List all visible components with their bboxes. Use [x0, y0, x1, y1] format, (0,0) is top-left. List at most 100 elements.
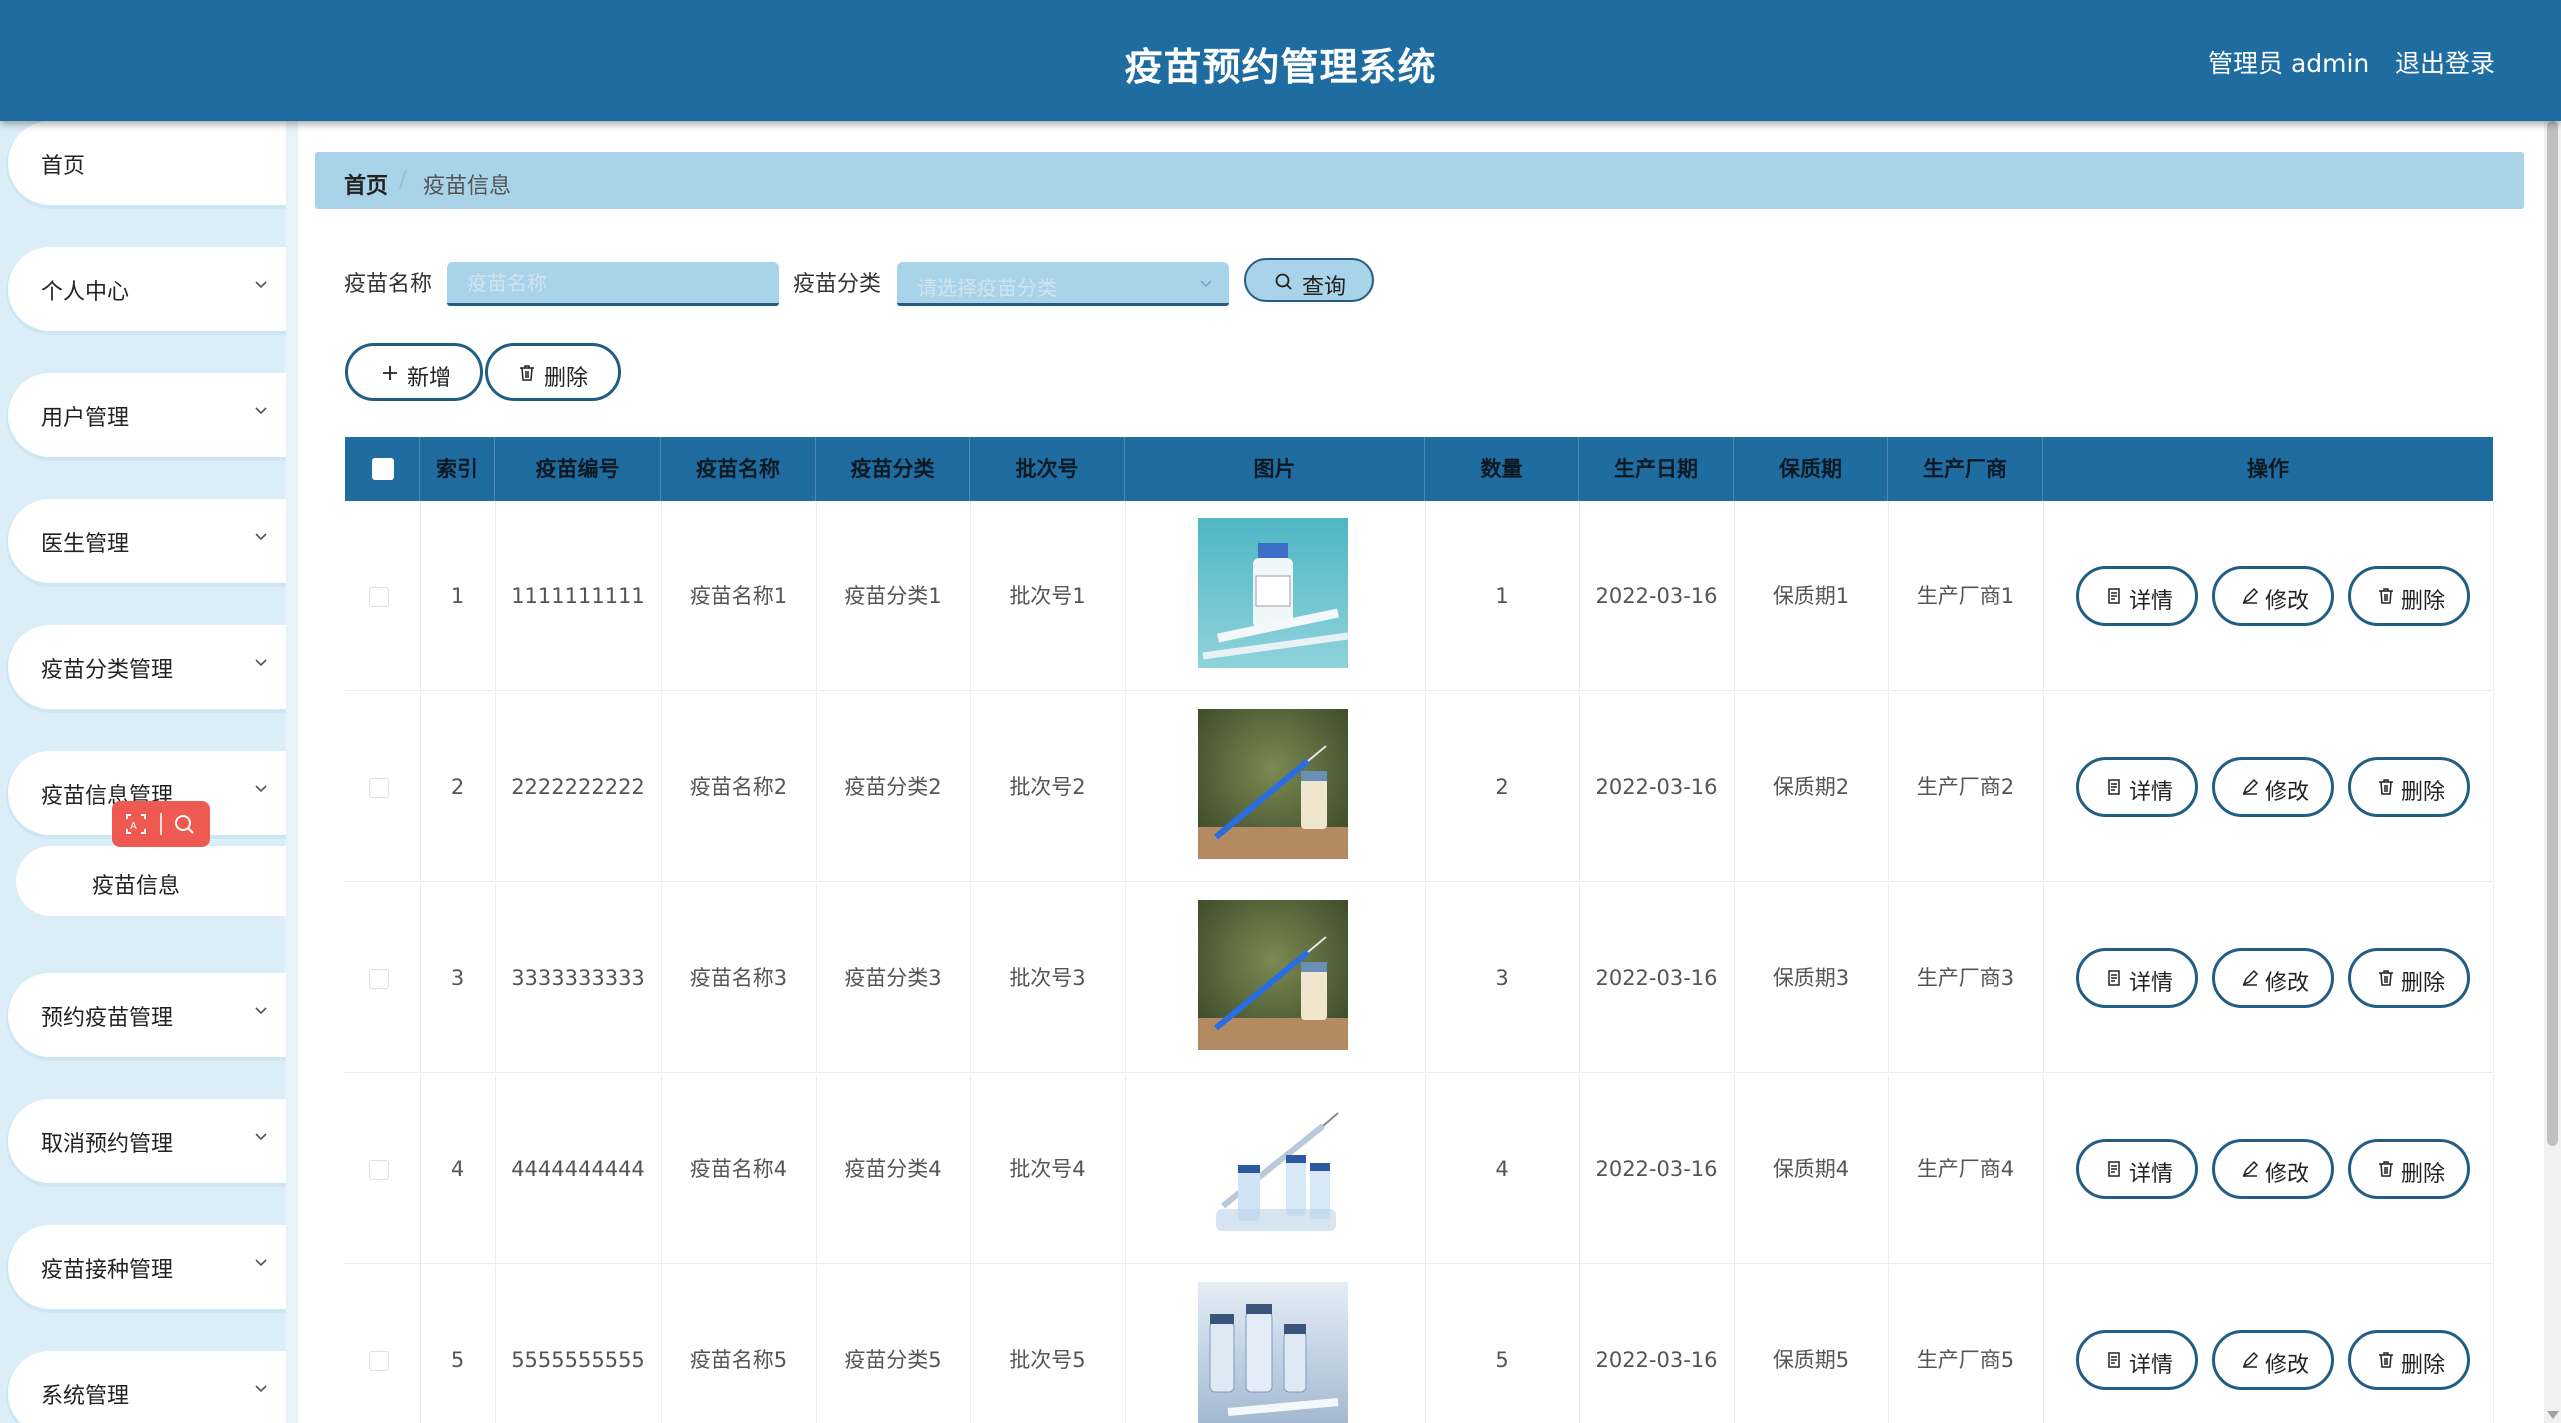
delete-button-label: 删除: [2401, 780, 2446, 805]
delete-button[interactable]: 删除: [2348, 1139, 2470, 1199]
sidebar-item-vaccination-management[interactable]: 疫苗接种管理: [8, 1225, 286, 1309]
sidebar: 首页 个人中心 用户管理 医生管理 疫苗分类管理 疫苗信息管理 预约疫苗管理 取消预约管理 疫苗…: [0, 121, 298, 1423]
cell-batch: 批次号5: [1009, 1348, 1086, 1372]
query-button[interactable]: 查询: [1244, 258, 1374, 302]
floating-tools[interactable]: A: [112, 801, 210, 847]
edit-button-label: 修改: [2265, 1162, 2310, 1187]
cell-name: 疫苗名称2: [689, 775, 788, 799]
edit-button[interactable]: 修改: [2212, 948, 2334, 1008]
vaccine-image: [1198, 709, 1348, 859]
document-icon: [2108, 588, 2120, 604]
svg-text:A: A: [130, 821, 137, 832]
detail-button[interactable]: 详情: [2076, 1139, 2198, 1199]
column-divider: [1125, 692, 1126, 881]
page-scrollbar[interactable]: [2544, 121, 2561, 1423]
chevron-down-icon: [255, 281, 267, 289]
detail-button[interactable]: 详情: [2076, 757, 2198, 817]
chevron-down-icon: [255, 785, 267, 793]
cell-manufacturer: 生产厂商4: [1916, 1157, 2015, 1181]
edit-button[interactable]: 修改: [2212, 566, 2334, 626]
sidebar-item-appointment-management[interactable]: 预约疫苗管理: [8, 973, 286, 1057]
vaccine-name-input[interactable]: [447, 262, 779, 306]
edit-button[interactable]: 修改: [2212, 757, 2334, 817]
cell-category: 疫苗分类4: [844, 1157, 942, 1181]
scroll-down-arrow-icon[interactable]: [2547, 1411, 2559, 1419]
trash-icon: [2379, 970, 2393, 986]
sidebar-subitem-vaccine-info[interactable]: 疫苗信息: [16, 846, 286, 916]
breadcrumb-current: 疫苗信息: [423, 174, 512, 199]
sidebar-item-label: 用户管理: [41, 406, 130, 431]
sidebar-item-system-management[interactable]: 系统管理: [8, 1351, 286, 1423]
cell-code: 3333333333: [511, 966, 645, 990]
chevron-down-icon: [255, 1259, 267, 1267]
cell-index: 3: [450, 966, 465, 990]
header-quantity: 数量: [1425, 437, 1579, 501]
delete-button[interactable]: 删除: [2348, 566, 2470, 626]
sidebar-item-home[interactable]: 首页: [8, 121, 286, 205]
breadcrumb-home[interactable]: 首页: [344, 168, 388, 200]
sidebar-subitem-label: 疫苗信息: [92, 874, 181, 899]
batch-delete-button[interactable]: 删除: [485, 343, 621, 401]
cell-production-date: 2022-03-16: [1595, 775, 1718, 799]
trash-icon: [2379, 1352, 2393, 1368]
column-divider: [2043, 692, 2044, 881]
column-divider: [2493, 1265, 2494, 1423]
search-icon[interactable]: [172, 812, 196, 836]
scrollbar-thumb[interactable]: [2547, 121, 2558, 1146]
table-row: 5 5555555555 疫苗名称5 疫苗分类5 批次号5 5 2022-03-16 保质期5…: [345, 1265, 2494, 1423]
row-checkbox[interactable]: [369, 1351, 389, 1371]
header-image: 图片: [1125, 437, 1425, 501]
search-icon: [1275, 273, 1292, 290]
admin-user-label: 管理员 admin: [2208, 49, 2370, 78]
pencil-icon: [2242, 1160, 2259, 1177]
column-divider: [2043, 1265, 2044, 1423]
sidebar-scrollbar[interactable]: [285, 121, 298, 1423]
sidebar-item-doctor-management[interactable]: 医生管理: [8, 499, 286, 583]
delete-button[interactable]: 删除: [2348, 757, 2470, 817]
delete-button[interactable]: 删除: [2348, 1330, 2470, 1390]
sidebar-item-user-management[interactable]: 用户管理: [8, 373, 286, 457]
edit-button[interactable]: 修改: [2212, 1139, 2334, 1199]
pencil-icon: [2242, 587, 2259, 604]
vaccine-category-select[interactable]: 请选择疫苗分类: [897, 262, 1229, 306]
column-divider: [1125, 883, 1126, 1072]
sidebar-item-personal-center[interactable]: 个人中心: [8, 247, 286, 331]
cell-production-date: 2022-03-16: [1595, 1157, 1718, 1181]
cell-name: 疫苗名称1: [689, 584, 788, 608]
detail-button[interactable]: 详情: [2076, 566, 2198, 626]
chevron-down-icon: [255, 1133, 267, 1141]
table-row: 1 1111111111 疫苗名称1 疫苗分类1 批次号1 1 2022-03-16 保质期1…: [345, 501, 2494, 691]
sidebar-item-vaccine-category-management[interactable]: 疫苗分类管理: [8, 625, 286, 709]
row-checkbox[interactable]: [369, 587, 389, 607]
detail-button-label: 详情: [2129, 780, 2174, 805]
cell-manufacturer: 生产厂商2: [1916, 775, 2015, 799]
add-button[interactable]: 新增: [345, 343, 483, 401]
column-divider: [2493, 501, 2494, 690]
cell-index: 4: [450, 1157, 465, 1181]
detail-button[interactable]: 详情: [2076, 948, 2198, 1008]
pencil-icon: [2242, 1351, 2259, 1368]
edit-button[interactable]: 修改: [2212, 1330, 2334, 1390]
column-divider: [2043, 501, 2044, 690]
breadcrumb: 首页 / 疫苗信息: [315, 152, 2524, 209]
cell-index: 5: [450, 1348, 465, 1372]
edit-button-label: 修改: [2265, 780, 2310, 805]
cell-batch: 批次号2: [1009, 775, 1086, 799]
cell-category: 疫苗分类5: [844, 1348, 942, 1372]
cell-quantity: 2: [1495, 775, 1509, 799]
text-recognition-icon[interactable]: A: [124, 812, 148, 836]
delete-button[interactable]: 删除: [2348, 948, 2470, 1008]
trash-icon: [2379, 1161, 2393, 1177]
trash-icon: [520, 365, 534, 381]
header-manufacturer: 生产厂商: [1888, 437, 2043, 501]
cell-quantity: 3: [1495, 966, 1509, 990]
document-icon: [2108, 970, 2120, 986]
chevron-down-icon: [255, 1007, 267, 1015]
sidebar-item-cancel-appointment-management[interactable]: 取消预约管理: [8, 1099, 286, 1183]
detail-button[interactable]: 详情: [2076, 1330, 2198, 1390]
row-checkbox[interactable]: [369, 778, 389, 798]
row-checkbox[interactable]: [369, 1160, 389, 1180]
select-all-checkbox[interactable]: [372, 458, 394, 480]
row-checkbox[interactable]: [369, 969, 389, 989]
logout-link[interactable]: 退出登录: [2395, 44, 2495, 80]
